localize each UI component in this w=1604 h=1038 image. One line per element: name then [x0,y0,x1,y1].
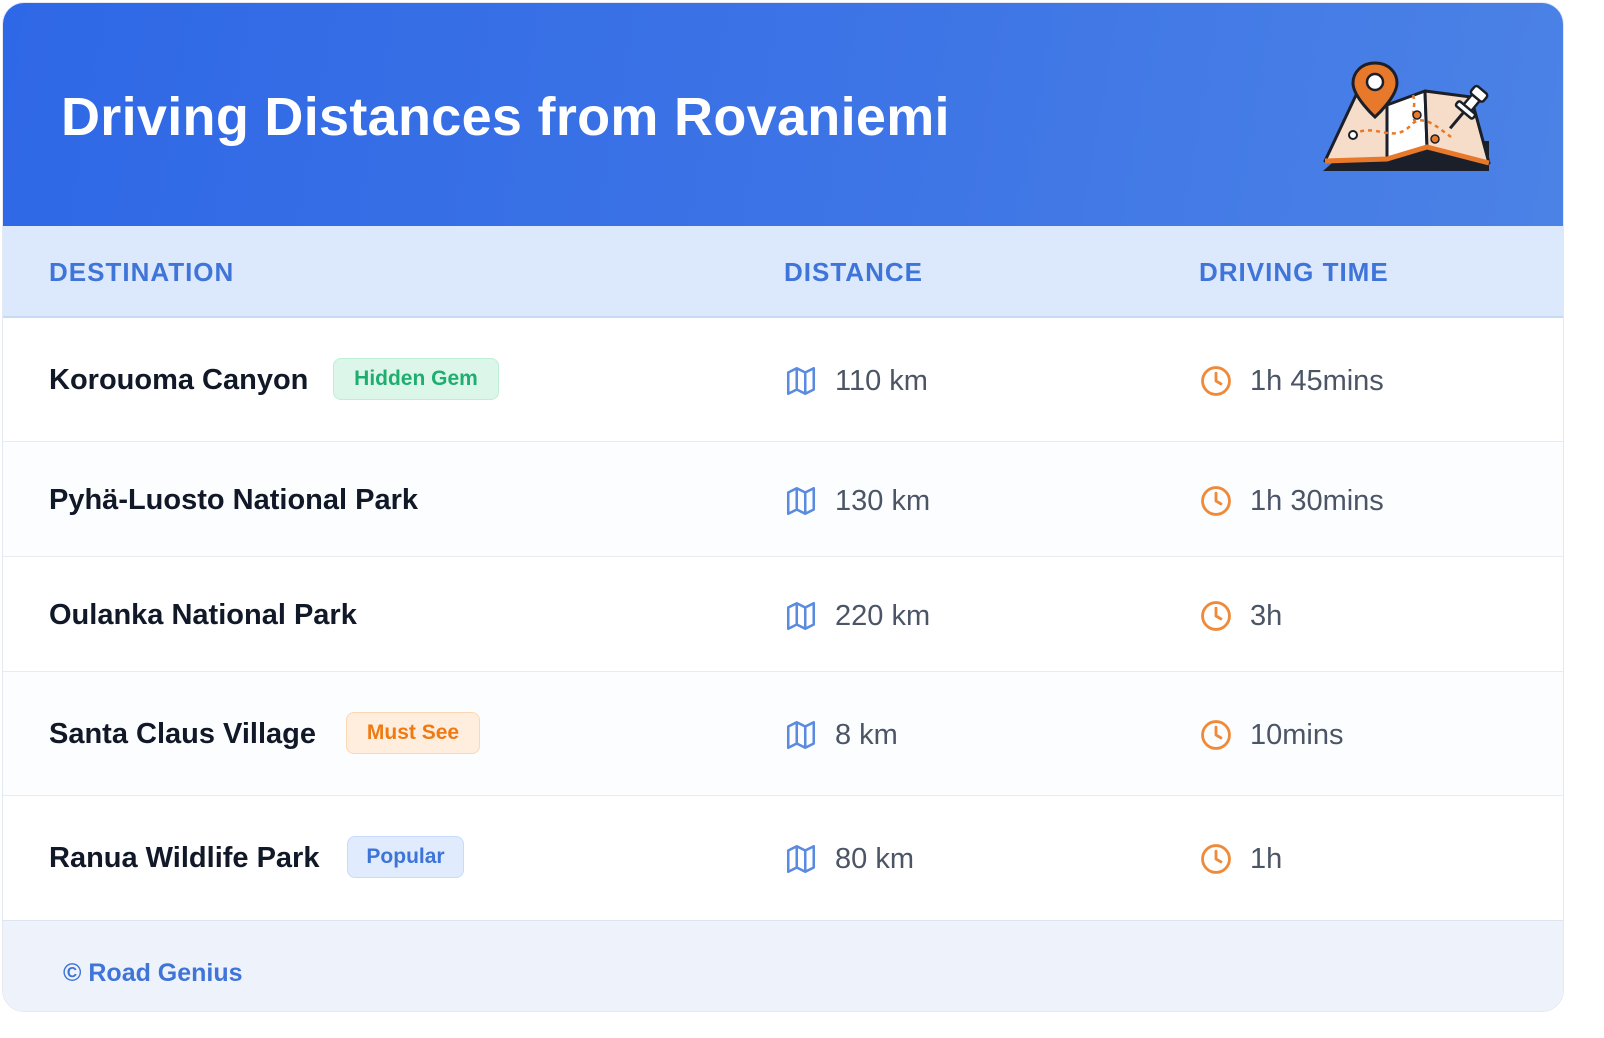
card-header: Driving Distances from Rovaniemi [3,3,1563,226]
driving-time-value: 1h 45mins [1250,365,1384,397]
map-icon [786,601,816,631]
driving-time-value: 3h [1250,600,1283,632]
table-header: DESTINATION DISTANCE DRIVING TIME [3,226,1563,318]
table-row: Pyhä-Luosto National Park 130 km 1h 30mi… [3,442,1563,557]
map-icon [786,844,816,874]
clock-icon [1201,720,1231,750]
distance-card: Driving Distances from Rovaniemi DESTINA… [2,2,1564,1012]
hidden-gem-badge: Hidden Gem [333,358,499,400]
destination-name: Ranua Wildlife Park [49,842,320,874]
clock-icon [1201,366,1231,396]
page-title: Driving Distances from Rovaniemi [61,87,950,147]
map-icon [786,720,816,750]
folded-map-with-pins-icon [1323,61,1491,171]
table-row: Oulanka National Park 220 km 3h [3,557,1563,672]
card-footer: © Road Genius [3,920,1563,1011]
destination-name: Oulanka National Park [49,599,357,631]
table-row: Ranua Wildlife Park Popular 80 km 1h [3,796,1563,920]
destination-name: Pyhä-Luosto National Park [49,484,419,516]
clock-icon [1201,486,1231,516]
distance-value: 8 km [835,719,898,751]
destination-name: Korouoma Canyon [49,364,309,396]
table-row: Santa Claus Village Must See 8 km 10mins [3,672,1563,796]
map-icon [786,366,816,396]
driving-time-value: 1h 30mins [1250,485,1384,517]
popular-badge: Popular [347,836,464,878]
column-header-destination: DESTINATION [49,257,235,287]
must-see-badge: Must See [346,712,480,754]
distance-value: 220 km [835,600,931,632]
column-header-distance: DISTANCE [784,257,923,287]
destination-name: Santa Claus Village [49,718,317,750]
distance-value: 80 km [835,843,914,875]
clock-icon [1201,844,1231,874]
driving-time-value: 1h [1250,843,1283,875]
clock-icon [1201,601,1231,631]
map-icon [786,486,816,516]
footer-credit: © Road Genius [63,959,243,987]
driving-time-value: 10mins [1250,719,1344,751]
table-row: Korouoma Canyon Hidden Gem 110 km 1h 45m… [3,318,1563,442]
column-header-driving-time: DRIVING TIME [1199,257,1389,287]
distance-value: 110 km [835,365,928,397]
distance-value: 130 km [835,485,931,517]
